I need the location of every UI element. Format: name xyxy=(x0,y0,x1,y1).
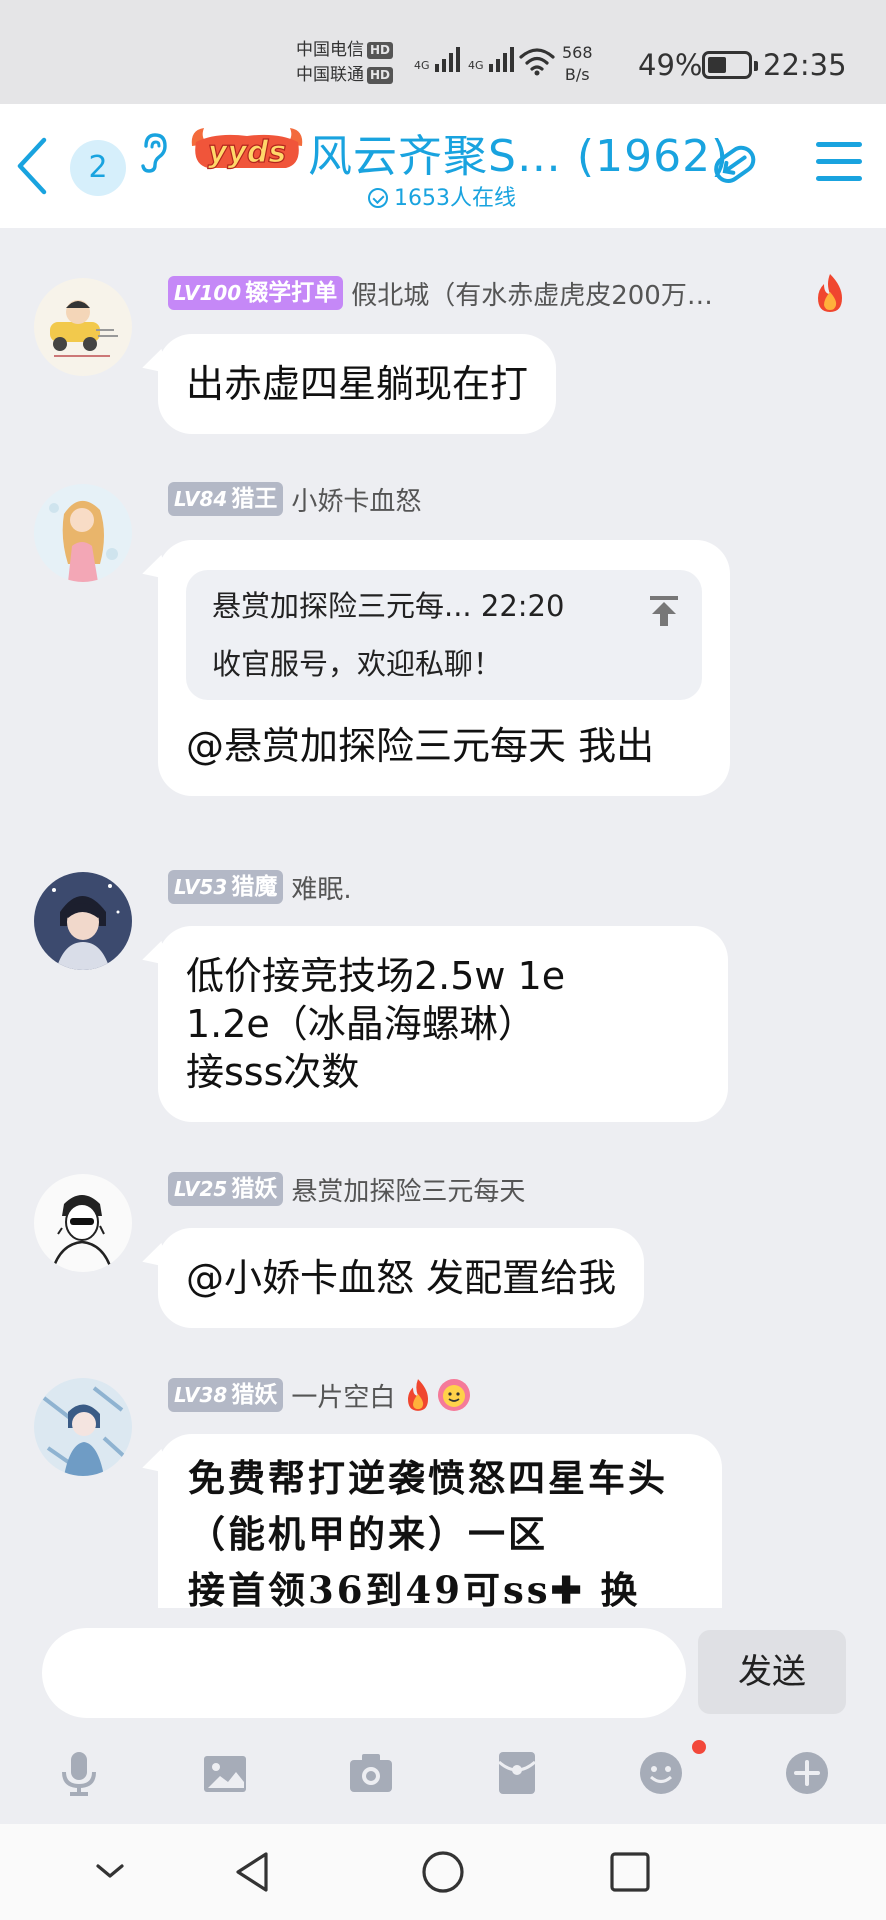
signal-icon: 4G xyxy=(414,46,461,72)
menu-icon[interactable] xyxy=(816,142,862,182)
online-text: 1653人在线 xyxy=(394,186,516,211)
wifi-icon xyxy=(519,48,555,76)
level-badge: LV100 辍学打单 xyxy=(168,276,344,310)
input-bar: 发送 xyxy=(0,1608,886,1824)
ear-icon[interactable] xyxy=(138,132,168,174)
status-bar: 中国电信 HD 中国联通 HD 4G 4G 568 B/s 49% 22:35 xyxy=(0,0,886,104)
emoji-icon[interactable] xyxy=(636,1748,686,1798)
home-icon[interactable] xyxy=(415,1844,471,1900)
sender-name[interactable]: 悬赏加探险三元每天 xyxy=(291,1171,525,1208)
recents-icon[interactable] xyxy=(602,1844,658,1900)
avatar[interactable] xyxy=(34,1378,132,1476)
message-line: 接首领36到49可ss✚ 换 xyxy=(188,1568,641,1608)
message-meta: LV84 猎王 小娇卡血怒 xyxy=(168,481,421,518)
carrier-1: 中国电信 xyxy=(296,40,364,60)
back-nav-icon[interactable] xyxy=(226,1844,282,1900)
carrier-2: 中国联通 xyxy=(296,65,364,85)
speed-value: 568 xyxy=(562,43,593,62)
message-meta: LV100 辍学打单 假北城（有水赤虚虎皮200万… xyxy=(168,275,713,312)
net-type: 4G xyxy=(414,59,430,72)
battery-icon xyxy=(702,51,758,79)
level-badge: LV25 猎妖 xyxy=(168,1172,284,1206)
message-list[interactable]: LV100 辍学打单 假北城（有水赤虚虎皮200万… 出赤虚四星躺现在打 LV84… xyxy=(0,228,886,1608)
message-bubble[interactable]: 出赤虚四星躺现在打 xyxy=(158,334,557,434)
message-meta: LV25 猎妖 悬赏加探险三元每天 xyxy=(168,1171,525,1208)
send-button[interactable]: 发送 xyxy=(698,1630,846,1714)
message-input[interactable] xyxy=(42,1628,686,1718)
message-line: 低价接竞技场2.5w 1e xyxy=(186,954,566,998)
message-meta: LV38 猎妖 一片空白 xyxy=(168,1377,471,1414)
plus-icon[interactable] xyxy=(782,1748,832,1798)
jump-to-top-icon[interactable] xyxy=(648,594,680,628)
online-check-icon xyxy=(368,188,388,208)
back-icon[interactable] xyxy=(14,134,54,198)
fire-icon xyxy=(408,1379,429,1411)
group-title[interactable]: 风云齐聚S… (1962) xyxy=(308,120,729,184)
svg-text:yyds: yyds xyxy=(208,135,286,170)
sender-name[interactable]: 小娇卡血怒 xyxy=(291,481,421,518)
message-line: 1.2e（冰晶海螺琳） xyxy=(186,1002,536,1046)
reply-quote[interactable]: 悬赏加探险三元每... 22:20 收官服号，欢迎私聊！ xyxy=(186,570,702,700)
clock: 22:35 xyxy=(763,48,847,82)
group-logo: yyds xyxy=(191,128,303,171)
chat-header: 2 yyds 风云齐聚S… (1962) 1653人在线 xyxy=(0,104,886,228)
avatar[interactable] xyxy=(34,484,132,582)
speed-unit: B/s xyxy=(564,65,590,84)
sender-name[interactable]: 假北城（有水赤虚虎皮200万… xyxy=(351,275,713,312)
red-packet-icon[interactable] xyxy=(492,1748,542,1798)
switch-account-icon[interactable] xyxy=(706,134,764,192)
microphone-icon[interactable] xyxy=(54,1748,104,1798)
smiley-badge-icon xyxy=(438,1379,471,1411)
message-bubble[interactable]: 低价接竞技场2.5w 1e 1.2e（冰晶海螺琳） 接sss次数 xyxy=(158,926,728,1122)
chevron-down-icon[interactable] xyxy=(82,1844,138,1900)
level-badge: LV53 猎魔 xyxy=(168,870,284,904)
reply-header: 悬赏加探险三元每... 22:20 xyxy=(212,589,565,623)
message-bubble[interactable]: 悬赏加探险三元每... 22:20 收官服号，欢迎私聊！ @悬赏加探险三元每天 … xyxy=(158,540,730,796)
unread-badge[interactable]: 2 xyxy=(70,140,126,196)
net-speed: 568 B/s xyxy=(562,42,593,86)
battery-percent: 49% xyxy=(638,48,703,82)
notification-dot xyxy=(692,1740,706,1754)
sender-name[interactable]: 难眠. xyxy=(291,869,351,906)
message-line: 接sss次数 xyxy=(186,1050,360,1094)
fire-icon xyxy=(818,274,842,312)
message-bubble[interactable]: @小娇卡血怒 发配置给我 xyxy=(158,1228,645,1328)
carrier-info: 中国电信 HD 中国联通 HD xyxy=(296,38,394,88)
signal-icon: 4G xyxy=(468,46,515,72)
message-meta: LV53 猎魔 难眠. xyxy=(168,869,352,906)
message-text: @悬赏加探险三元每天 我出 xyxy=(186,724,655,768)
avatar[interactable] xyxy=(34,278,132,376)
camera-icon[interactable] xyxy=(346,1748,396,1798)
net-type: 4G xyxy=(468,59,484,72)
system-nav-bar xyxy=(0,1824,886,1920)
message-line: （能机甲的来）一区 xyxy=(188,1512,548,1556)
online-count: 1653人在线 xyxy=(368,180,516,212)
toolbar xyxy=(0,1748,886,1818)
sender-name[interactable]: 一片空白 xyxy=(291,1377,395,1414)
image-icon[interactable] xyxy=(200,1748,250,1798)
hd-badge: HD xyxy=(367,41,394,59)
avatar[interactable] xyxy=(34,872,132,970)
reply-text: 收官服号，欢迎私聊！ xyxy=(212,647,503,681)
hd-badge: HD xyxy=(367,66,394,84)
message-bubble[interactable]: 免费帮打逆袭愤怒四星车头 （能机甲的来）一区 接首领36到49可ss✚ 换 xyxy=(158,1434,722,1608)
level-badge: LV38 猎妖 xyxy=(168,1378,284,1412)
avatar[interactable] xyxy=(34,1174,132,1272)
level-badge: LV84 猎王 xyxy=(168,482,284,516)
message-line: 免费帮打逆袭愤怒四星车头 xyxy=(188,1456,668,1500)
